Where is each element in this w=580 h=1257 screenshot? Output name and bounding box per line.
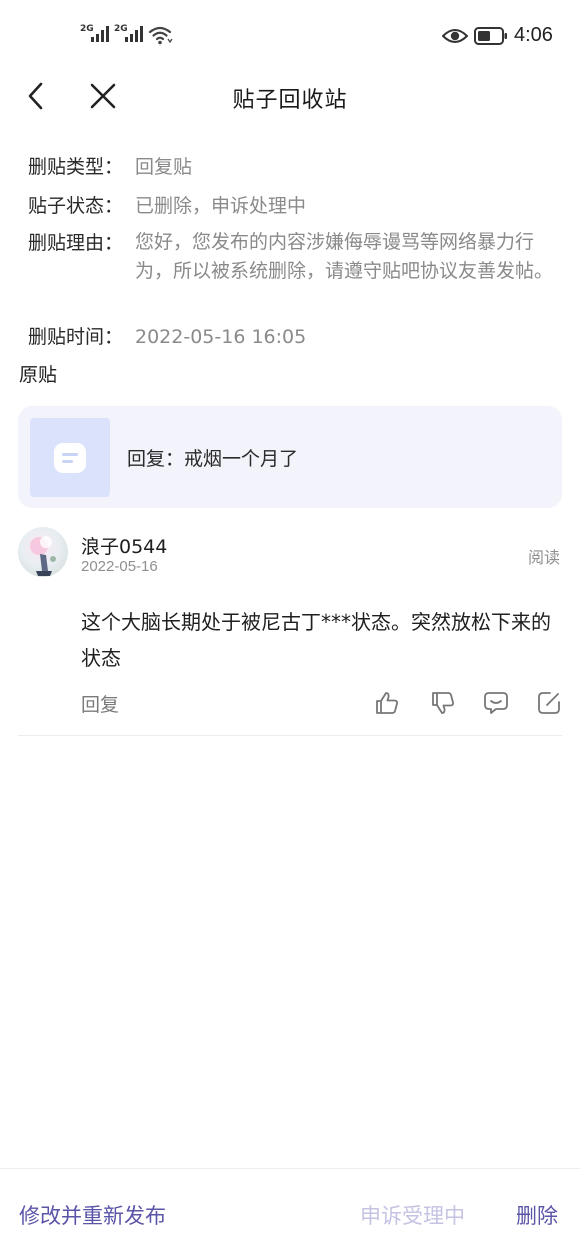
thumbs-down-icon[interactable] (430, 690, 456, 716)
comment-icon[interactable] (483, 690, 509, 716)
delete-type-value: 回复贴 (135, 156, 193, 178)
thumbs-up-icon[interactable] (374, 690, 400, 716)
edit-republish-button[interactable]: 修改并重新发布 (19, 1200, 166, 1230)
signal-bars-icon (91, 26, 109, 42)
delete-reason-row: 删贴理由： 您好，您发布的内容涉嫌侮辱谩骂等网络暴力行为，所以被系统删除，请遵守… (28, 228, 565, 286)
appeal-status-button: 申诉受理中 (360, 1200, 465, 1230)
share-edit-icon[interactable] (536, 690, 562, 716)
delete-time-value: 2022-05-16 16:05 (135, 326, 307, 348)
original-post-text: 回复：戒烟一个月了 (127, 448, 299, 470)
delete-button[interactable]: 删除 (516, 1200, 558, 1230)
delete-reason-value: 您好，您发布的内容涉嫌侮辱谩骂等网络暴力行为，所以被系统删除，请遵守贴吧协议友善… (135, 231, 554, 282)
comment-body: 这个大脑长期处于被尼古丁***状态。突然放松下来的状态 (81, 610, 551, 670)
delete-time-label: 删贴时间： (28, 326, 124, 348)
post-doc-icon (54, 443, 86, 473)
read-link[interactable]: 阅读 (528, 544, 560, 568)
original-post-label: 原贴 (19, 364, 58, 386)
battery-icon (474, 27, 507, 45)
delete-time-row: 删贴时间： 2022-05-16 16:05 (28, 322, 565, 352)
bottom-bar-divider (0, 1168, 580, 1169)
post-status-label: 贴子状态： (28, 195, 124, 217)
post-status-value: 已删除，申诉处理中 (135, 195, 307, 217)
eye-comfort-icon (442, 29, 468, 43)
post-thumbnail (30, 418, 110, 497)
avatar-figure-icon (30, 536, 56, 576)
status-time: 4:06 (514, 24, 553, 46)
avatar[interactable] (18, 527, 68, 577)
delete-type-label: 删贴类型： (28, 156, 124, 178)
delete-reason-label: 删贴理由： (28, 232, 124, 254)
comment-divider (18, 735, 562, 736)
delete-type-row: 删贴类型： 回复贴 (28, 152, 565, 182)
nav-bar: 贴子回收站 (0, 70, 580, 122)
signal-bars-icon (125, 26, 143, 42)
comment-username[interactable]: 浪子0544 (81, 532, 167, 559)
post-status-row: 贴子状态： 已删除，申诉处理中 (28, 191, 565, 221)
page-title: 贴子回收站 (232, 88, 348, 113)
status-bar: 2G 2G 4:06 (0, 0, 580, 70)
reply-button[interactable]: 回复 (81, 690, 119, 717)
wifi-icon (148, 26, 173, 45)
comment-date: 2022-05-16 (81, 558, 158, 575)
original-post-card[interactable]: 回复：戒烟一个月了 (18, 406, 562, 508)
